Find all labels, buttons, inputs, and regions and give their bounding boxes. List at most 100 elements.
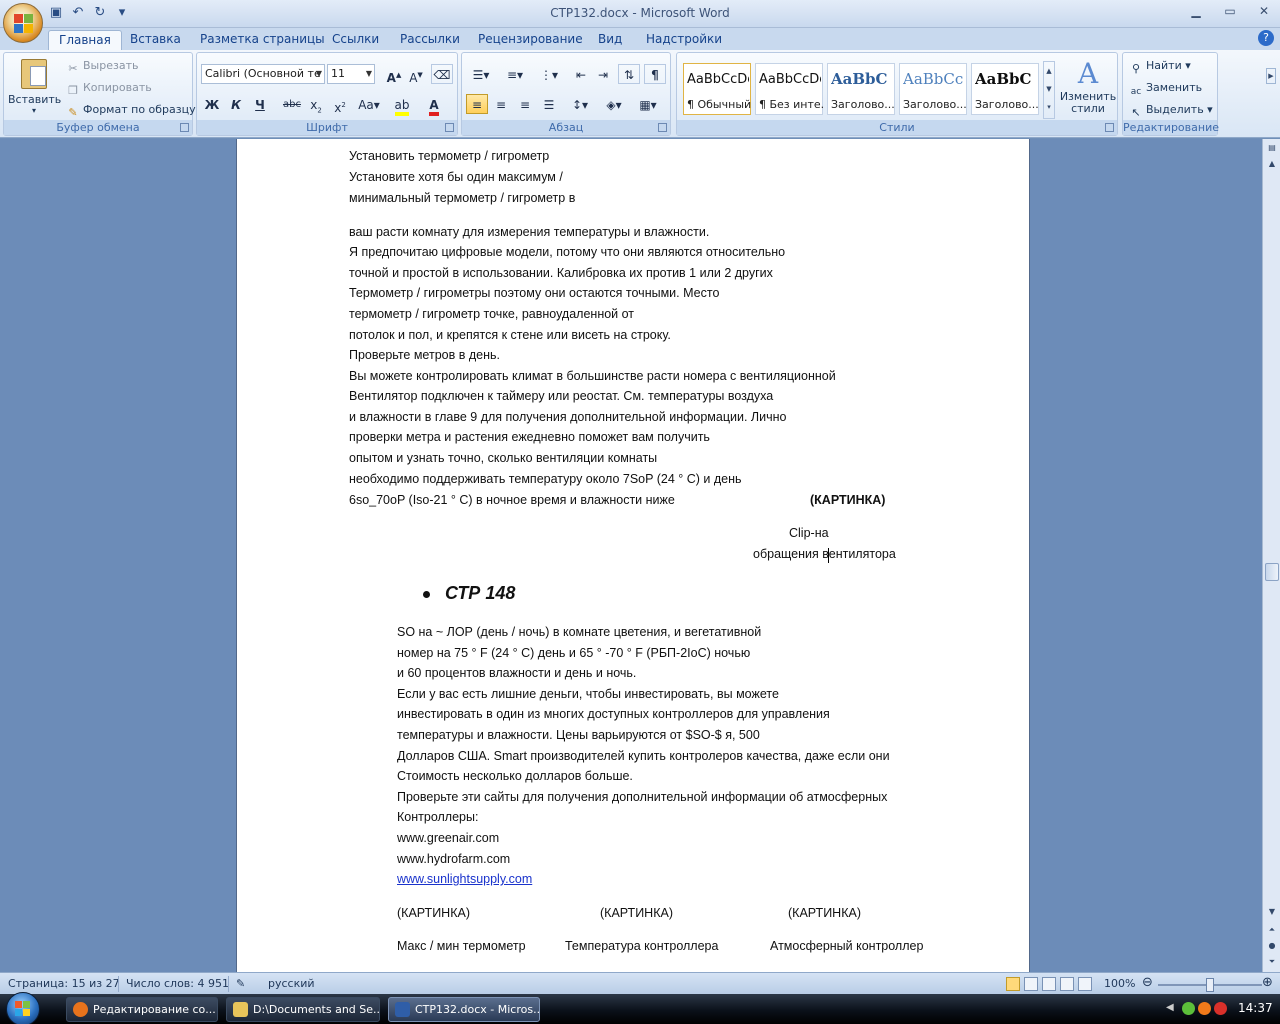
brush-icon: ✎ (68, 106, 78, 119)
next-page-icon[interactable]: ⏷ (1265, 955, 1279, 969)
numbering-button[interactable]: ≡▾ (500, 64, 530, 84)
multilevel-list-button[interactable]: ⋮▾ (534, 64, 564, 84)
page-indicator[interactable]: Страница: 15 из 27 (8, 976, 120, 992)
grow-font-icon[interactable]: A▲ (383, 64, 405, 85)
browse-object-icon[interactable]: ● (1265, 939, 1279, 953)
style-heading-2[interactable]: AaBbCc Заголово... (899, 63, 967, 115)
align-left-button[interactable]: ≡ (466, 94, 488, 114)
borders-button[interactable]: ▦▾ (634, 94, 662, 114)
zoom-slider-thumb[interactable] (1206, 978, 1214, 992)
tab-review[interactable]: Рецензирование (468, 30, 593, 50)
language-indicator[interactable]: русский (268, 976, 315, 992)
tab-insert[interactable]: Вставка (120, 30, 191, 50)
font-name-combo[interactable]: Calibri (Основной те ▼ (201, 64, 325, 84)
change-styles-button[interactable]: A Изменить стили (1059, 57, 1117, 115)
show-marks-icon[interactable]: ¶ (644, 64, 666, 84)
app-tray-icon[interactable] (1198, 1002, 1211, 1015)
hyperlink[interactable]: www.sunlightsupply.com (397, 872, 532, 886)
align-right-button[interactable]: ≡ (514, 94, 536, 114)
styles-scrollbar[interactable]: ▲ ▼ ▾ (1043, 61, 1055, 119)
firefox-icon (73, 1002, 88, 1017)
format-painter-button[interactable]: ✎ Формат по образцу (66, 101, 195, 120)
ruler-toggle-icon[interactable]: ▤ (1265, 141, 1279, 155)
dialog-launcher-icon[interactable] (1105, 123, 1114, 132)
clear-format-icon[interactable]: ⌫ (431, 64, 453, 84)
doc-line: инвестировать в один из многих доступных… (397, 707, 830, 721)
tray-expand-icon[interactable]: ◀ (1166, 1002, 1179, 1015)
zoom-out-icon[interactable]: ⊖ (1142, 975, 1153, 991)
justify-button[interactable]: ☰ (538, 94, 560, 114)
scroll-down-icon[interactable]: ▼ (1265, 905, 1279, 919)
tab-references[interactable]: Ссылки (322, 30, 389, 50)
taskbar-item-label: Редактирование со... (93, 1003, 216, 1016)
paste-button[interactable]: Вставить ▾ (8, 57, 61, 117)
vertical-scrollbar[interactable]: ▤ ▲ ▼ ⏶ ● ⏷ (1262, 139, 1280, 972)
web-layout-view-button[interactable] (1042, 977, 1056, 991)
select-button[interactable]: ↖ Выделить ▾ (1129, 101, 1212, 120)
style-name: ¶ Обычный (687, 98, 751, 111)
font-size-combo[interactable]: 11 ▼ (327, 64, 375, 84)
increase-indent-icon[interactable]: ⇥ (592, 64, 614, 84)
line-spacing-button[interactable]: ↕▾ (566, 94, 594, 114)
decrease-indent-icon[interactable]: ⇤ (570, 64, 592, 84)
strikethrough-button[interactable]: abc (281, 94, 303, 114)
close-button[interactable]: ✕ (1254, 2, 1274, 20)
tab-view[interactable]: Вид (588, 30, 632, 50)
font-color-button[interactable]: A (421, 94, 447, 116)
highlight-button[interactable]: ab (389, 94, 415, 116)
bold-button[interactable]: Ж (201, 94, 223, 114)
print-layout-view-button[interactable] (1006, 977, 1020, 991)
network-icon[interactable] (1182, 1002, 1195, 1015)
style-heading-1[interactable]: AaBbC Заголово... (827, 63, 895, 115)
office-button[interactable] (3, 3, 43, 43)
subscript-button[interactable]: x2 (305, 94, 327, 114)
outline-view-button[interactable] (1060, 977, 1074, 991)
proofing-icon[interactable]: ✎ (236, 976, 245, 992)
shading-button[interactable]: ◈▾ (600, 94, 628, 114)
italic-button[interactable]: К (225, 94, 247, 114)
underline-button[interactable]: Ч (249, 94, 271, 114)
cut-label: Вырезать (83, 59, 139, 72)
previous-page-icon[interactable]: ⏶ (1265, 923, 1279, 937)
dialog-launcher-icon[interactable] (180, 123, 189, 132)
scroll-thumb[interactable] (1265, 563, 1279, 581)
copy-button[interactable]: ❐ Копировать (66, 79, 152, 98)
maximize-button[interactable]: ▭ (1220, 2, 1240, 20)
dialog-launcher-icon[interactable] (445, 123, 454, 132)
sort-icon[interactable]: ⇅ (618, 64, 640, 84)
doc-line: Проверьте эти сайты для получения дополн… (397, 790, 888, 804)
taskbar-item-explorer[interactable]: D:\Documents and Se... (226, 997, 380, 1022)
shrink-font-icon[interactable]: A▼ (405, 64, 427, 85)
replace-button[interactable]: ac Заменить (1129, 79, 1202, 99)
draft-view-button[interactable] (1078, 977, 1092, 991)
help-icon[interactable]: ? (1258, 30, 1274, 46)
paste-icon (21, 59, 47, 89)
start-button[interactable] (0, 992, 46, 1024)
find-button[interactable]: ⚲ Найти ▾ (1129, 57, 1191, 76)
bullets-button[interactable]: ☰▾ (466, 64, 496, 84)
tab-home[interactable]: Главная (48, 30, 122, 50)
superscript-button[interactable]: x2 (329, 94, 351, 115)
minimize-button[interactable]: ▁ (1186, 2, 1206, 20)
tab-page-layout[interactable]: Разметка страницы (190, 30, 335, 50)
zoom-level[interactable]: 100% (1104, 976, 1135, 992)
taskbar-item-word[interactable]: СТР132.docx - Micros... (388, 997, 540, 1022)
word-count[interactable]: Число слов: 4 951 (126, 976, 229, 992)
align-center-button[interactable]: ≡ (490, 94, 512, 114)
ribbon-scroll-right[interactable]: ▶ (1266, 68, 1276, 84)
document-page[interactable]: Установить термометр / гигрометр Установ… (236, 139, 1030, 972)
tab-mailings[interactable]: Рассылки (390, 30, 470, 50)
full-screen-view-button[interactable] (1024, 977, 1038, 991)
scroll-up-icon[interactable]: ▲ (1265, 157, 1279, 171)
tab-addins[interactable]: Надстройки (636, 30, 732, 50)
clock[interactable]: 14:37 (1238, 1001, 1273, 1015)
style-title[interactable]: AaBbC Заголово... (971, 63, 1039, 115)
cut-button[interactable]: ✂ Вырезать (66, 57, 138, 76)
dialog-launcher-icon[interactable] (658, 123, 667, 132)
style-normal[interactable]: AaBbCcDc ¶ Обычный (683, 63, 751, 115)
zoom-in-icon[interactable]: ⊕ (1262, 975, 1273, 991)
change-case-button[interactable]: Aa▾ (355, 94, 383, 114)
style-no-spacing[interactable]: AaBbCcDc ¶ Без инте... (755, 63, 823, 115)
antivirus-icon[interactable] (1214, 1002, 1227, 1015)
taskbar-item-firefox[interactable]: Редактирование со... (66, 997, 218, 1022)
